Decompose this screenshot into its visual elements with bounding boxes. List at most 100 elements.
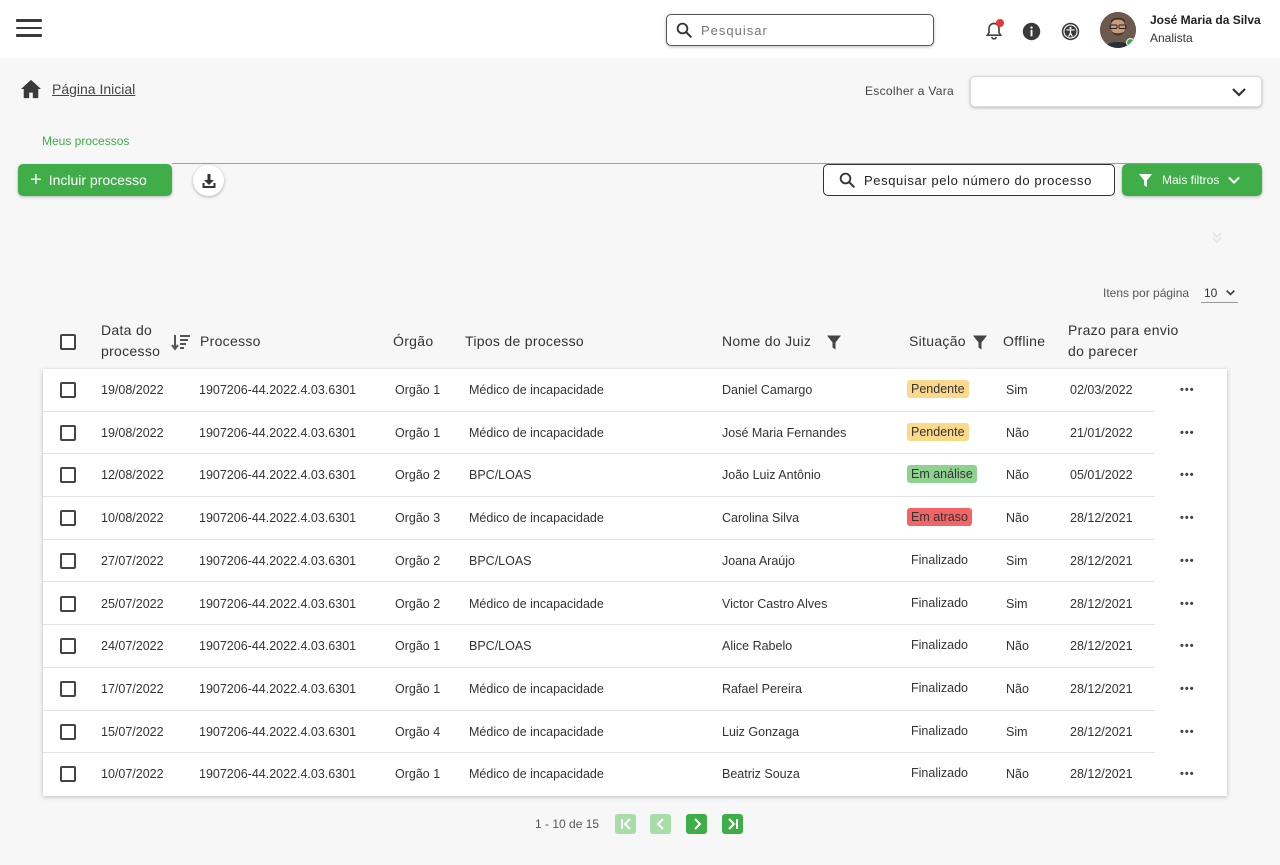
- search-process-button[interactable]: Pesquisar pelo número do processo: [823, 164, 1115, 196]
- header-organ[interactable]: Órgão: [393, 331, 433, 352]
- cell-judge: Rafael Pereira: [722, 681, 802, 696]
- info-icon[interactable]: [1022, 22, 1042, 42]
- more-icon[interactable]: •••: [1180, 512, 1195, 524]
- search-icon: [839, 172, 855, 188]
- row-checkbox[interactable]: [60, 723, 76, 740]
- cell-type: Médico de incapacidade: [469, 425, 604, 440]
- row-checkbox[interactable]: [60, 638, 76, 655]
- table-row[interactable]: 27/07/2022 1907206-44.2022.4.03.6301 Orgão…: [43, 540, 1227, 583]
- row-checkbox[interactable]: [60, 680, 76, 697]
- cell-judge: Joana Araújo: [722, 553, 795, 568]
- next-page-button[interactable]: [686, 814, 707, 834]
- bell-icon[interactable]: [984, 19, 1004, 41]
- more-icon[interactable]: •••: [1180, 768, 1195, 780]
- cell-process: 1907206-44.2022.4.03.6301: [199, 468, 357, 483]
- cell-process: 1907206-44.2022.4.03.6301: [199, 553, 357, 568]
- row-checkbox[interactable]: [60, 382, 76, 398]
- first-page-button[interactable]: [615, 814, 636, 834]
- row-checkbox[interactable]: [60, 552, 76, 569]
- global-search[interactable]: [666, 14, 934, 46]
- add-process-button[interactable]: + Incluir processo: [18, 164, 172, 196]
- cell-organ: Orgão 1: [395, 639, 441, 654]
- breadcrumb-home[interactable]: Página Inicial: [52, 81, 135, 97]
- home-icon[interactable]: [20, 79, 42, 99]
- global-search-input[interactable]: [701, 22, 921, 38]
- table-row[interactable]: 19/08/2022 1907206-44.2022.4.03.6301 Orgão…: [43, 369, 1227, 412]
- cell-date: 19/08/2022: [101, 383, 164, 397]
- table-row[interactable]: 15/07/2022 1907206-44.2022.4.03.6301 Orgão…: [43, 711, 1227, 754]
- accessibility-icon[interactable]: [1061, 22, 1081, 42]
- menu-icon[interactable]: [16, 19, 42, 37]
- header-status[interactable]: Situação: [909, 331, 966, 352]
- more-icon[interactable]: •••: [1180, 384, 1195, 396]
- cell-offline: Não: [1006, 468, 1029, 483]
- search-process-label: Pesquisar pelo número do processo: [864, 172, 1092, 188]
- avatar[interactable]: [1100, 12, 1136, 48]
- collapse-icon[interactable]: [1210, 231, 1224, 245]
- notification-dot: [996, 19, 1004, 27]
- cell-date: 25/07/2022: [101, 596, 164, 611]
- more-filters-button[interactable]: Mais filtros: [1122, 164, 1262, 196]
- row-checkbox[interactable]: [60, 510, 76, 527]
- status-badge: Finalizado: [911, 552, 968, 567]
- select-all-checkbox[interactable]: [60, 334, 76, 350]
- more-icon[interactable]: •••: [1180, 683, 1195, 695]
- cell-judge: Luiz Gonzaga: [722, 724, 800, 739]
- row-checkbox[interactable]: [60, 766, 76, 783]
- header-date[interactable]: Data do processo: [101, 320, 160, 362]
- download-icon: [202, 173, 215, 188]
- last-page-button[interactable]: [722, 814, 743, 834]
- cell-process: 1907206-44.2022.4.03.6301: [199, 767, 357, 782]
- table-row[interactable]: 25/07/2022 1907206-44.2022.4.03.6301 Orgão…: [43, 583, 1227, 626]
- table-row[interactable]: 10/07/2022 1907206-44.2022.4.03.6301 Orgão…: [43, 753, 1227, 796]
- row-checkbox[interactable]: [60, 595, 76, 612]
- tab-meus-processos[interactable]: Meus processos: [42, 134, 129, 148]
- row-checkbox[interactable]: [60, 424, 76, 441]
- cell-deadline: 28/12/2021: [1070, 596, 1133, 611]
- cell-process: 1907206-44.2022.4.03.6301: [199, 425, 357, 440]
- filter-icon[interactable]: [826, 334, 842, 351]
- items-per-page-label: Itens por página: [1103, 286, 1190, 300]
- cell-organ: Orgão 2: [395, 553, 441, 568]
- header-process[interactable]: Processo: [200, 331, 261, 352]
- sort-icon[interactable]: [171, 333, 191, 351]
- chevron-down-icon: [1226, 290, 1235, 296]
- more-icon[interactable]: •••: [1180, 640, 1195, 652]
- chevron-down-icon: [1228, 176, 1241, 185]
- filter-icon[interactable]: [972, 334, 988, 351]
- more-icon[interactable]: •••: [1180, 427, 1195, 439]
- header-deadline-line1: Prazo para envio: [1068, 322, 1179, 338]
- more-icon[interactable]: •••: [1180, 555, 1195, 567]
- table-row[interactable]: 19/08/2022 1907206-44.2022.4.03.6301 Orgão…: [43, 412, 1227, 455]
- table-row[interactable]: 12/08/2022 1907206-44.2022.4.03.6301 Orgão…: [43, 454, 1227, 498]
- more-icon[interactable]: •••: [1180, 598, 1195, 610]
- row-checkbox[interactable]: [60, 467, 76, 484]
- cell-organ: Orgão 3: [395, 511, 441, 526]
- table-row[interactable]: 17/07/2022 1907206-44.2022.4.03.6301 Orgão…: [43, 668, 1227, 711]
- cell-offline: Não: [1006, 767, 1029, 782]
- cell-type: Médico de incapacidade: [469, 596, 604, 611]
- download-button[interactable]: [193, 165, 224, 196]
- cell-type: Médico de incapacidade: [469, 724, 604, 739]
- header-judge[interactable]: Nome do Juiz: [722, 331, 811, 352]
- status-badge: Finalizado: [911, 680, 968, 695]
- header-deadline[interactable]: Prazo para envio do parecer: [1068, 320, 1179, 362]
- status-badge: Pendente: [907, 422, 969, 441]
- cell-type: Médico de incapacidade: [469, 767, 604, 782]
- header-type[interactable]: Tipos de processo: [465, 331, 584, 352]
- table-row[interactable]: 24/07/2022 1907206-44.2022.4.03.6301 Orgão…: [43, 625, 1227, 668]
- prev-page-icon: [656, 818, 664, 830]
- more-icon[interactable]: •••: [1180, 469, 1195, 481]
- cell-organ: Orgão 1: [395, 425, 441, 440]
- cell-offline: Não: [1006, 511, 1029, 526]
- prev-page-button[interactable]: [650, 814, 671, 834]
- user-name: José Maria da Silva: [1150, 13, 1261, 27]
- pagination-range: 1 - 10 de 15: [535, 817, 600, 831]
- cell-organ: Orgão 2: [395, 468, 441, 483]
- vara-select[interactable]: [970, 76, 1262, 107]
- header-offline[interactable]: Offline: [1003, 331, 1045, 352]
- table-row[interactable]: 10/08/2022 1907206-44.2022.4.03.6301 Orgão…: [43, 497, 1227, 540]
- cell-process: 1907206-44.2022.4.03.6301: [199, 596, 357, 611]
- more-icon[interactable]: •••: [1180, 726, 1195, 738]
- items-per-page-select[interactable]: 10: [1201, 283, 1238, 303]
